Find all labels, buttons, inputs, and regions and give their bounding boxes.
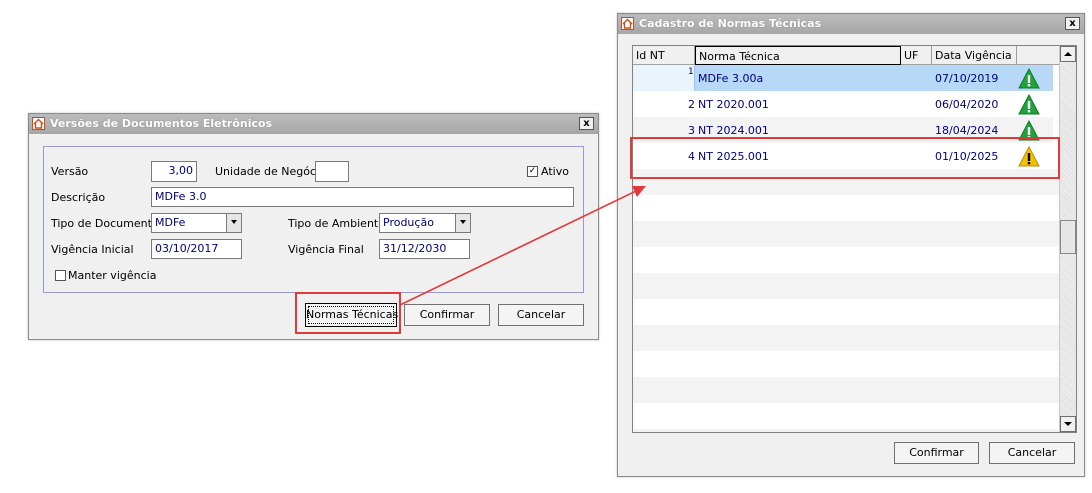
versao-label: Versão — [51, 165, 89, 178]
grid-empty-area — [633, 169, 1061, 432]
chevron-down-icon[interactable] — [455, 214, 470, 232]
tipo-ambiente-select[interactable]: Produção — [379, 213, 471, 233]
vigencia-final-label: Vigência Final — [288, 243, 364, 256]
table-row[interactable]: 3 NT 2024.001 18/04/2024 — [633, 117, 1053, 143]
row-data: 06/04/2020 — [935, 98, 999, 111]
versoes-titlebar[interactable]: Versões de Documentos Eletrônicos x — [29, 114, 598, 134]
descricao-input[interactable]: MDFe 3.0 — [151, 187, 574, 207]
normas-grid[interactable]: Id NT Norma Técnica UF Data Vigência 1 M… — [632, 45, 1077, 433]
row-norma: NT 2024.001 — [698, 124, 769, 137]
tipo-documento-label: Tipo de Documento — [51, 217, 159, 230]
col-header-uf[interactable]: UF — [901, 46, 932, 65]
col-header-data[interactable]: Data Vigência — [932, 46, 1017, 65]
col-header-id[interactable]: Id NT — [633, 46, 695, 65]
tipo-ambiente-value: Produção — [383, 216, 434, 229]
green-warning-icon — [1018, 68, 1040, 89]
row-norma: NT 2020.001 — [698, 98, 769, 111]
yellow-warning-icon — [1018, 146, 1040, 167]
row-data: 18/04/2024 — [935, 124, 999, 137]
normas-confirmar-button[interactable]: Confirmar — [894, 442, 979, 464]
manter-vigencia-checkbox[interactable] — [55, 270, 66, 281]
versoes-cancelar-button[interactable]: Cancelar — [498, 304, 584, 326]
green-warning-icon — [1018, 94, 1040, 115]
col-header-norma[interactable]: Norma Técnica — [695, 46, 901, 65]
normas-title: Cadastro de Normas Técnicas — [639, 17, 822, 30]
vigencia-inicial-label: Vigência Inicial — [51, 243, 134, 256]
unidade-negocio-label: Unidade de Negócio — [215, 165, 326, 178]
normas-close-icon[interactable]: x — [1065, 17, 1080, 30]
tipo-documento-value: MDFe — [155, 216, 186, 229]
row-id: 4 — [688, 150, 695, 163]
versao-input[interactable]: 3,00 — [151, 161, 197, 182]
row-norma: NT 2025.001 — [698, 150, 769, 163]
table-row[interactable]: 1 MDFe 3.00a 07/10/2019 — [633, 65, 1053, 91]
scroll-up-icon[interactable] — [1060, 46, 1076, 62]
chevron-down-icon[interactable] — [226, 214, 241, 232]
versoes-dialog: Versões de Documentos Eletrônicos x Vers… — [28, 113, 599, 340]
row-id: 2 — [688, 98, 695, 111]
scroll-down-icon[interactable] — [1060, 416, 1076, 432]
scroll-thumb[interactable] — [1060, 220, 1076, 254]
col-header-status — [1017, 46, 1061, 65]
ativo-checkbox[interactable]: ✓ — [527, 166, 538, 177]
descricao-label: Descrição — [51, 191, 106, 204]
table-row[interactable]: 2 NT 2020.001 06/04/2020 — [633, 91, 1053, 117]
manter-vigencia-label: Manter vigência — [68, 269, 157, 282]
versoes-close-icon[interactable]: x — [579, 117, 594, 130]
table-row[interactable]: 4 NT 2025.001 01/10/2025 — [633, 143, 1053, 169]
normas-vertical-scrollbar[interactable] — [1059, 46, 1076, 432]
row-data: 07/10/2019 — [935, 72, 999, 85]
row-norma: MDFe 3.00a — [698, 72, 764, 85]
id-cell-editor[interactable] — [633, 65, 695, 91]
normas-cancelar-button[interactable]: Cancelar — [989, 442, 1075, 464]
row-id: 3 — [688, 124, 695, 137]
app-home-icon — [32, 117, 45, 130]
vigencia-final-input[interactable]: 31/12/2030 — [379, 239, 470, 259]
tipo-ambiente-label: Tipo de Ambiente — [288, 217, 385, 230]
normas-titlebar[interactable]: Cadastro de Normas Técnicas x — [618, 14, 1084, 34]
row-data: 01/10/2025 — [935, 150, 999, 163]
unidade-negocio-input[interactable] — [315, 161, 349, 182]
tipo-documento-select[interactable]: MDFe — [151, 213, 242, 233]
normas-tecnicas-button[interactable]: Normas Técnicas — [305, 303, 398, 327]
normas-dialog: Cadastro de Normas Técnicas x Id NT Norm… — [617, 13, 1085, 477]
ativo-label: Ativo — [541, 165, 569, 178]
row-id: 1 — [688, 67, 694, 77]
versoes-confirmar-button[interactable]: Confirmar — [404, 304, 490, 326]
vigencia-inicial-input[interactable]: 03/10/2017 — [151, 239, 242, 259]
green-warning-icon — [1018, 120, 1040, 141]
app-home-icon — [621, 17, 634, 30]
versoes-title: Versões de Documentos Eletrônicos — [50, 117, 273, 130]
